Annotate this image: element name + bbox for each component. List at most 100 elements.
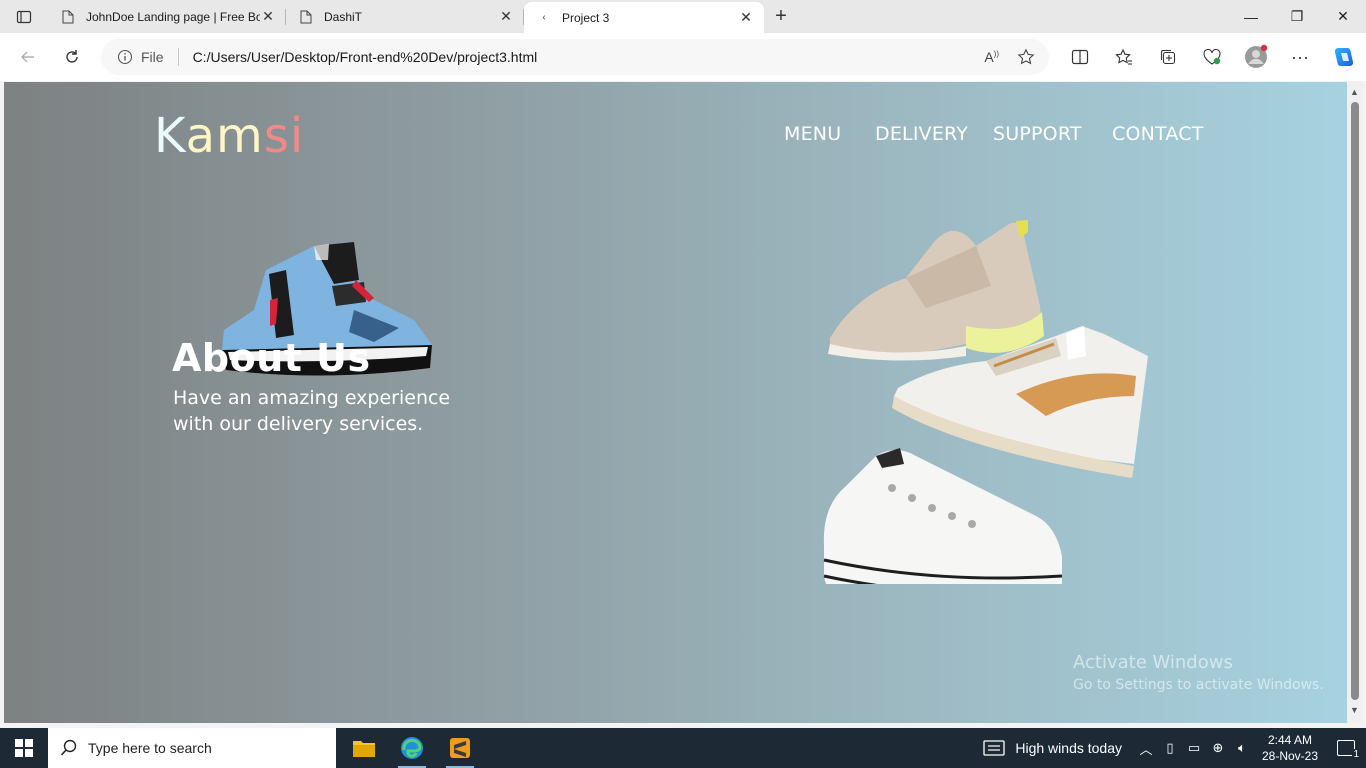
nav-contact[interactable]: CONTACT xyxy=(1112,123,1204,145)
edge-button[interactable] xyxy=(388,728,436,768)
nav-delivery[interactable]: DELIVERY xyxy=(875,123,968,145)
sublime-text-icon xyxy=(450,738,470,758)
logo-letters-am: am xyxy=(185,108,264,164)
device-icon[interactable]: ▯ xyxy=(1158,740,1182,756)
url-text[interactable]: C:/Users/User/Desktop/Front-end%20Dev/pr… xyxy=(193,49,538,65)
scroll-down-icon[interactable]: ▼ xyxy=(1350,705,1359,715)
activate-windows-watermark: Activate Windows Go to Settings to activ… xyxy=(1073,652,1324,693)
watermark-title: Activate Windows xyxy=(1073,652,1233,673)
refresh-icon xyxy=(66,50,78,63)
tab-bar: JohnDoe Landing page | Free Bo ✕ DashiT … xyxy=(0,0,1366,33)
address-actions: A)) xyxy=(984,39,1035,75)
volume-icon[interactable]: 🔈︎ xyxy=(1230,740,1254,756)
split-screen-button[interactable] xyxy=(1058,33,1102,81)
windows-taskbar: Type here to search High winds today ︿ ▯… xyxy=(0,728,1366,768)
beige-sneaker xyxy=(828,220,1044,361)
window-controls: — ❐ ✕ xyxy=(1228,0,1366,33)
site-logo[interactable]: Kamsi xyxy=(154,108,304,164)
browser-toolbar: File C:/Users/User/Desktop/Front-end%20D… xyxy=(0,33,1366,81)
search-placeholder: Type here to search xyxy=(88,740,212,756)
weather-text: High winds today xyxy=(1015,740,1122,756)
scheme-label: File xyxy=(141,49,164,65)
back-button[interactable] xyxy=(6,39,50,75)
clock-time: 2:44 AM xyxy=(1267,733,1313,747)
notification-icon: 1 xyxy=(1337,740,1360,761)
clock[interactable]: 2:44 AM 28-Nov-23 xyxy=(1254,732,1326,764)
tab-johndoe[interactable]: JohnDoe Landing page | Free Bo ✕ xyxy=(48,0,286,33)
tab-dashit[interactable]: DashiT ✕ xyxy=(286,0,524,33)
sublime-text-button[interactable] xyxy=(436,728,484,768)
tab-actions-icon xyxy=(16,10,32,23)
restore-button[interactable]: ❐ xyxy=(1274,0,1320,33)
notification-count: 1 xyxy=(1352,749,1360,761)
page-viewport: Kamsi MENU DELIVERY SUPPORT CONTACT Abou… xyxy=(4,82,1347,723)
battery-icon[interactable]: ▭ xyxy=(1182,740,1206,756)
read-aloud-icon[interactable]: A)) xyxy=(984,49,999,65)
search-icon xyxy=(60,739,77,756)
white-canvas-sneaker xyxy=(823,448,1063,584)
start-button[interactable] xyxy=(0,728,48,768)
weather-icon xyxy=(983,740,1006,756)
close-tab-icon[interactable]: ✕ xyxy=(260,8,276,25)
close-tab-icon[interactable]: ✕ xyxy=(498,8,514,25)
close-tab-icon[interactable]: ✕ xyxy=(738,9,754,26)
scroll-up-icon[interactable]: ▲ xyxy=(1350,87,1359,97)
address-bar[interactable]: File C:/Users/User/Desktop/Front-end%20D… xyxy=(101,39,1049,75)
address-divider xyxy=(177,48,179,66)
copilot-icon xyxy=(1334,48,1354,66)
toolbar-right: ··· xyxy=(1058,33,1366,81)
heart-pulse-icon xyxy=(1203,48,1221,65)
info-icon xyxy=(117,49,133,65)
close-icon: ✕ xyxy=(1337,8,1349,24)
scrollbar-thumb[interactable] xyxy=(1351,102,1359,700)
page-scrollbar[interactable]: ▲ ▼ xyxy=(1347,82,1362,723)
split-screen-icon xyxy=(1071,49,1089,65)
hero-subtitle: Have an amazing experience with our deli… xyxy=(173,387,451,435)
sneakers-group-image xyxy=(823,220,1148,584)
watermark-subtitle: Go to Settings to activate Windows. xyxy=(1073,677,1324,693)
network-globe-icon[interactable]: ⊕ xyxy=(1206,740,1230,756)
site-info-button[interactable]: File xyxy=(117,49,164,65)
browser-essentials-button[interactable] xyxy=(1190,33,1234,81)
copilot-button[interactable] xyxy=(1322,33,1366,81)
edge-icon xyxy=(401,737,423,759)
collections-icon xyxy=(1160,49,1176,65)
new-tab-button[interactable]: + xyxy=(764,0,798,33)
plus-icon: + xyxy=(775,5,787,27)
tab-title: DashiT xyxy=(324,9,363,24)
loading-icon: ‹ xyxy=(542,12,546,23)
profile-button[interactable] xyxy=(1234,33,1278,81)
hero-title: About Us xyxy=(172,336,371,380)
tab-project3[interactable]: ‹ Project 3 ✕ xyxy=(524,2,764,33)
favorite-star-icon[interactable] xyxy=(1017,48,1035,66)
tab-title: JohnDoe Landing page | Free Bo xyxy=(86,9,260,24)
collections-button[interactable] xyxy=(1146,33,1190,81)
minimize-icon: — xyxy=(1244,8,1258,25)
minimize-button[interactable]: — xyxy=(1228,0,1274,33)
page-icon xyxy=(60,9,76,25)
logo-letter-k: K xyxy=(154,108,186,164)
weather-widget[interactable]: High winds today xyxy=(983,739,1122,757)
nav-support[interactable]: SUPPORT xyxy=(993,123,1082,145)
close-window-button[interactable]: ✕ xyxy=(1320,0,1366,33)
taskbar-search-box[interactable]: Type here to search xyxy=(48,728,336,768)
chevron-up-icon[interactable]: ︿ xyxy=(1134,739,1158,758)
restore-icon: ❐ xyxy=(1290,8,1304,24)
tab-actions-button[interactable] xyxy=(0,0,48,33)
notifications-button[interactable]: 1 xyxy=(1326,740,1366,761)
nav-menu[interactable]: MENU xyxy=(784,123,841,145)
taskbar-apps xyxy=(340,728,484,768)
more-options-button[interactable]: ··· xyxy=(1278,33,1322,81)
clock-date: 28-Nov-23 xyxy=(1261,749,1319,763)
favorites-icon xyxy=(1115,48,1132,65)
windows-logo-icon xyxy=(15,739,33,757)
system-tray: High winds today ︿ ▯ ▭ ⊕ 🔈︎ 2:44 AM 28-N… xyxy=(983,728,1366,768)
back-arrow-icon xyxy=(21,51,34,63)
refresh-button[interactable] xyxy=(50,39,94,75)
tab-title: Project 3 xyxy=(562,10,610,25)
logo-letters-si: si xyxy=(263,108,305,164)
ellipsis-icon: ··· xyxy=(1291,46,1309,67)
page-icon xyxy=(298,9,314,25)
file-explorer-button[interactable] xyxy=(340,728,388,768)
favorites-button[interactable] xyxy=(1102,33,1146,81)
